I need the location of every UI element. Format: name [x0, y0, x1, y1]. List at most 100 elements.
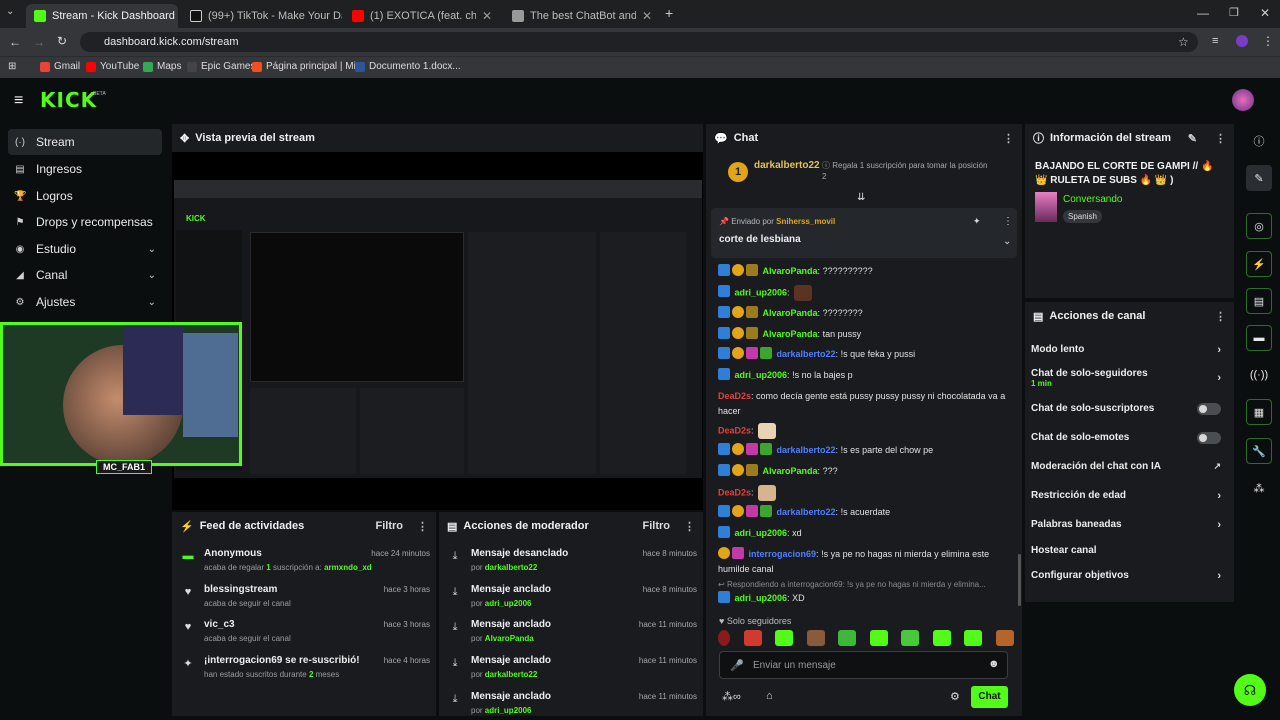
chat-message[interactable]: AlvaroPanda: ??????????	[718, 264, 1014, 279]
chat-message[interactable]: darkalberto22: !s es parte del chow pe	[718, 443, 1014, 458]
kick-logo[interactable]: KICK	[40, 88, 97, 112]
bookmark-epic-games[interactable]: Epic Games	[187, 61, 255, 72]
profile-avatar-icon[interactable]	[1236, 35, 1248, 47]
close-tab-icon[interactable]: ✕	[642, 9, 652, 23]
close-tab-icon[interactable]: ✕	[482, 9, 492, 23]
collapse-icon[interactable]: ⇊	[857, 192, 865, 203]
document-icon[interactable]: ▤	[1246, 288, 1272, 314]
chat-username[interactable]: adri_up2006	[735, 593, 788, 603]
chat-username[interactable]: AlvaroPanda	[763, 466, 818, 476]
chat-message[interactable]: darkalberto22: !s que feka y pussi	[718, 347, 1014, 362]
chat-message[interactable]: adri_up2006: xd	[718, 526, 1014, 541]
action-goals[interactable]: Configurar objetivos ›	[1031, 570, 1227, 584]
browser-menu-icon[interactable]: ⋮	[1262, 34, 1274, 48]
tab-list-chevron-icon[interactable]: ⌄	[6, 6, 14, 17]
chat-message[interactable]: DeaD2s: como decía gente está pussy puss…	[718, 389, 1014, 419]
chat-username[interactable]: DeaD2s	[718, 425, 751, 435]
chat-message[interactable]: interrogacion69: !s ya pe no hagas ni mi…	[718, 547, 1014, 577]
action-banned-words[interactable]: Palabras baneadas ›	[1031, 519, 1227, 533]
chat-username[interactable]: DeaD2s	[718, 487, 751, 497]
sidebar-item-estudio[interactable]: ◉ Estudio ⌄	[8, 236, 162, 262]
new-tab-button[interactable]: +	[665, 5, 673, 21]
action-modo-lento[interactable]: Modo lento ›	[1031, 344, 1227, 358]
chat-input[interactable]: 🎤 Enviar un mensaje ☻	[719, 651, 1008, 679]
gift-promo[interactable]: ⓘ Regala 1 suscripción para tomar la pos…	[822, 160, 992, 182]
chat-username[interactable]: adri_up2006	[735, 287, 788, 297]
store-icon[interactable]: ⌂	[766, 690, 773, 702]
chat-message[interactable]: DeaD2s:	[718, 423, 1014, 439]
media-control-icon[interactable]: ≡	[1212, 35, 1218, 47]
hamburger-menu-icon[interactable]: ≡	[14, 92, 23, 110]
back-icon[interactable]: ←	[9, 35, 21, 49]
chat-username[interactable]: adri_up2006	[735, 528, 788, 538]
chat-message[interactable]: AlvaroPanda: tan pussy	[718, 327, 1014, 342]
bookmark-gmail[interactable]: Gmail	[40, 61, 80, 72]
pinned-message[interactable]: 📌 Enviado por Sniherss_movil corte de le…	[711, 208, 1017, 258]
info-icon[interactable]: ⓘ	[1246, 128, 1272, 154]
chat-message[interactable]: adri_up2006:	[718, 285, 1014, 301]
broadcast-icon[interactable]: ((·))	[1246, 362, 1272, 388]
chat-username[interactable]: AlvaroPanda	[763, 329, 818, 339]
emote-icon[interactable]	[995, 630, 1014, 646]
tab-chatbot[interactable]: The best ChatBot and Widgets ✕	[504, 4, 660, 28]
send-chat-button[interactable]: Chat	[971, 686, 1008, 708]
sidebar-item-stream[interactable]: (·) Stream	[8, 129, 162, 155]
chat-username[interactable]: darkalberto22	[777, 507, 836, 517]
sidebar-item-canal[interactable]: ◢ Canal ⌄	[8, 262, 162, 288]
stream-video[interactable]: KICK	[174, 180, 702, 478]
bookmark-microsoft[interactable]: Página principal | Mi...	[252, 61, 364, 72]
emote-icon[interactable]	[869, 630, 888, 646]
emote-icon[interactable]	[932, 630, 951, 646]
emote-icon[interactable]	[901, 630, 920, 646]
chat-message[interactable]: AlvaroPanda: ????????	[718, 306, 1014, 321]
action-followers-only[interactable]: Chat de solo-seguidores 1 min ›	[1031, 368, 1227, 392]
sidebar-item-ingresos[interactable]: ▤ Ingresos	[8, 156, 162, 182]
chat-username[interactable]: darkalberto22	[777, 445, 836, 455]
emote-icon[interactable]	[743, 630, 762, 646]
sidebar-item-logros[interactable]: 🏆 Logros	[8, 183, 162, 209]
emote-icon[interactable]	[806, 630, 825, 646]
more-options-icon[interactable]: ⋮	[1003, 132, 1014, 145]
chat-username[interactable]: AlvaroPanda	[763, 308, 818, 318]
maximize-icon[interactable]: ❐	[1229, 6, 1239, 19]
url-input[interactable]: dashboard.kick.com/stream	[80, 32, 1198, 52]
action-ai-moderation[interactable]: Moderación del chat con IA ↗	[1031, 461, 1227, 475]
edit-icon[interactable]: ✎	[1246, 165, 1272, 191]
emoji-icon[interactable]: ☻	[988, 658, 1000, 670]
chat-username[interactable]: AlvaroPanda	[763, 266, 818, 276]
chat-icon[interactable]: ▬	[1246, 325, 1272, 351]
chat-settings-icon[interactable]: ⚙	[950, 690, 960, 703]
action-emotes-only[interactable]: Chat de solo-emotes	[1031, 432, 1227, 446]
bookmark-word-doc[interactable]: Documento 1.docx...	[355, 61, 461, 72]
emote-icon[interactable]	[718, 630, 730, 646]
filter-button[interactable]: Filtro	[643, 520, 671, 532]
action-host-channel[interactable]: Hostear canal	[1031, 545, 1227, 559]
chat-message[interactable]: adri_up2006: XD	[718, 591, 1014, 606]
chat-message[interactable]: AlvaroPanda: ???	[718, 464, 1014, 479]
bookmark-star-icon[interactable]: ☆	[1178, 35, 1189, 49]
more-options-icon[interactable]: ⋮	[417, 520, 428, 533]
emotes-only-toggle[interactable]	[1197, 432, 1221, 444]
more-options-icon[interactable]: ⋮	[1003, 216, 1013, 227]
chevron-down-icon[interactable]: ⌄	[1003, 236, 1011, 247]
wrench-icon[interactable]: 🔧	[1246, 438, 1272, 464]
close-window-icon[interactable]: ✕	[1260, 6, 1270, 20]
category-name[interactable]: Conversando	[1063, 194, 1122, 205]
chat-scrollbar[interactable]	[1018, 554, 1021, 606]
chat-message[interactable]: darkalberto22: !s acuerdate	[718, 505, 1014, 520]
subs-only-toggle[interactable]	[1197, 403, 1221, 415]
mic-icon[interactable]: 🎤	[730, 659, 744, 672]
edit-icon[interactable]: ✎	[1188, 132, 1197, 145]
minimize-icon[interactable]: —	[1197, 6, 1209, 20]
user-avatar[interactable]	[1232, 89, 1254, 111]
chat-username[interactable]: interrogacion69	[749, 549, 817, 559]
help-chat-button[interactable]: ☊	[1234, 674, 1266, 706]
chat-message[interactable]: adri_up2006: !s no la bajes p	[718, 368, 1014, 383]
tab-youtube[interactable]: (1) EXOTICA (feat. chanell d ✕	[344, 4, 500, 28]
apps-grid-icon[interactable]: ⊞	[8, 61, 16, 72]
share-icon[interactable]: ⁂	[1246, 475, 1272, 501]
bookmark-youtube[interactable]: YouTube	[86, 61, 139, 72]
more-options-icon[interactable]: ⋮	[1215, 310, 1226, 323]
chat-message[interactable]: DeaD2s:	[718, 485, 1014, 501]
tab-tiktok[interactable]: (99+) TikTok - Make Your Day ✕	[182, 4, 342, 28]
